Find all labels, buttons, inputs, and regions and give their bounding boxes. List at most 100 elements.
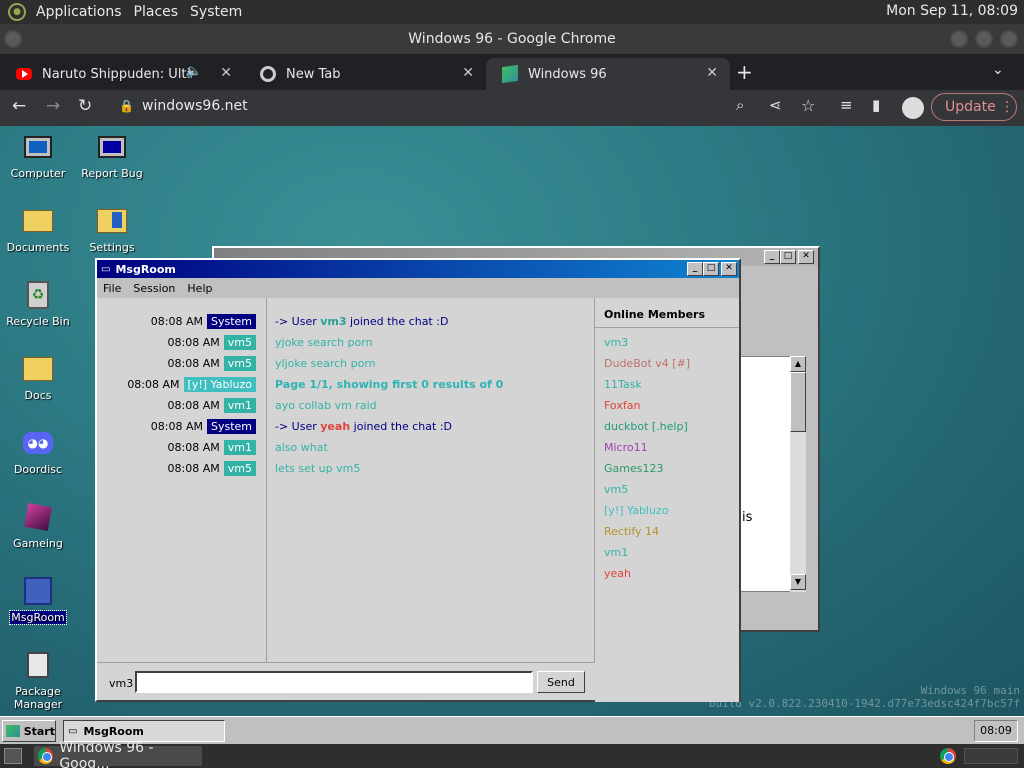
forward-icon[interactable]: → [46, 96, 60, 116]
scrollbar[interactable]: ▲ ▼ [790, 356, 806, 592]
update-button[interactable]: Update ⋮ [931, 93, 1017, 121]
close-tab-icon[interactable]: ✕ [706, 65, 718, 81]
desktop-icon-settings[interactable]: Settings [74, 204, 150, 254]
message-author[interactable]: System [206, 314, 256, 329]
msgroom-window[interactable]: ▭ MsgRoom _ □ ✕ File Session Help 08:08 … [95, 258, 741, 702]
member-item[interactable]: vm1 [604, 546, 628, 559]
member-item[interactable]: 11Task [604, 378, 642, 391]
msgroom-titlebar[interactable]: ▭ MsgRoom _ □ ✕ [97, 260, 739, 278]
message-text: also what [275, 441, 328, 454]
workspace-switcher[interactable] [964, 748, 1018, 764]
new-tab-icon[interactable]: + [736, 60, 753, 84]
lock-icon[interactable]: 🔒 [119, 99, 134, 113]
message-author[interactable]: vm5 [223, 356, 256, 371]
close-icon[interactable]: ✕ [721, 262, 737, 276]
desktop-icon-gameing[interactable]: Gameing [0, 500, 76, 550]
tray-clock[interactable]: 08:09 [974, 720, 1018, 742]
reading-list-icon[interactable]: ≡ [840, 96, 853, 114]
send-button[interactable]: Send [537, 671, 585, 693]
menu-help[interactable]: Help [181, 282, 218, 295]
message-text: yjoke search porn [275, 336, 373, 349]
window-menu-icon[interactable] [4, 30, 22, 48]
message-author[interactable]: [y!] Yabluzo [183, 377, 256, 392]
back-icon[interactable]: ← [12, 96, 26, 116]
member-item[interactable]: vm5 [604, 483, 628, 496]
gnome-top-panel: ● Applications Places System Mon Sep 11,… [0, 0, 1024, 24]
share-icon[interactable]: ⋖ [769, 96, 782, 114]
chrome-window-titlebar: Windows 96 - Google Chrome [0, 24, 1024, 54]
address-bar[interactable]: windows96.net [142, 98, 248, 114]
close-icon[interactable]: ✕ [798, 250, 814, 264]
desktop-icon-msgroom[interactable]: MsgRoom [0, 574, 76, 625]
nickname-label: vm3 [109, 677, 134, 690]
menu-file[interactable]: File [97, 282, 127, 295]
window-list-label: Windows 96 - Goog... [59, 740, 154, 768]
member-item[interactable]: Micro11 [604, 441, 648, 454]
menu-places[interactable]: Places [128, 4, 185, 20]
close-tab-icon[interactable]: ✕ [462, 65, 474, 81]
settings-folder-icon [95, 204, 129, 238]
desktop-icon-docs[interactable]: Docs [0, 352, 76, 402]
taskbar-item-msgroom[interactable]: ▭ MsgRoom [63, 720, 225, 742]
maximize-icon[interactable]: □ [703, 262, 719, 276]
message-author[interactable]: vm5 [223, 335, 256, 350]
menu-session[interactable]: Session [127, 282, 181, 295]
message-author[interactable]: vm1 [223, 398, 256, 413]
version-watermark: Windows 96 main build v2.0.822.230410-19… [709, 684, 1020, 710]
message-author[interactable]: vm1 [223, 440, 256, 455]
member-item[interactable]: vm3 [604, 336, 628, 349]
side-panel-icon[interactable]: ▮ [872, 96, 880, 114]
bookmark-star-icon[interactable]: ☆ [801, 96, 815, 115]
member-item[interactable]: DudeBot v4 [#] [604, 357, 690, 370]
window-list-chrome[interactable]: Windows 96 - Goog... [34, 740, 202, 768]
member-item[interactable]: yeah [604, 567, 631, 580]
search-icon[interactable]: ⌕ [736, 96, 744, 114]
member-item[interactable]: Games123 [604, 462, 663, 475]
minimize-icon[interactable]: _ [687, 262, 703, 276]
minimize-icon[interactable] [950, 30, 968, 48]
message-meta: 08:08 AM System [151, 419, 256, 434]
chrome-icon[interactable] [940, 748, 956, 764]
desktop-icon-documents[interactable]: Documents [0, 204, 76, 254]
message-input[interactable] [135, 671, 533, 693]
game-cube-icon [21, 500, 55, 534]
menu-applications[interactable]: Applications [30, 4, 128, 20]
scroll-down-icon[interactable]: ▼ [790, 574, 806, 590]
member-item[interactable]: duckbot [.help] [604, 420, 688, 433]
show-desktop-icon[interactable] [4, 748, 22, 764]
desktop-icon-recycle-bin[interactable]: ♻ Recycle Bin [0, 278, 76, 328]
msgroom-title-icon: ▭ [68, 725, 78, 737]
panel-clock[interactable]: Mon Sep 11, 08:09 [886, 3, 1018, 19]
reload-icon[interactable]: ↻ [78, 96, 92, 116]
maximize-icon[interactable]: □ [780, 250, 796, 264]
tab-windows96[interactable]: Windows 96 ✕ [486, 58, 730, 90]
chevron-down-icon[interactable]: ⌄ [992, 62, 1004, 78]
maximize-icon[interactable] [975, 30, 993, 48]
watermark-line: build v2.0.822.230410-1942.d77e73edsc424… [708, 697, 1020, 710]
scroll-thumb[interactable] [790, 372, 806, 432]
start-button[interactable]: Start [2, 720, 56, 742]
windows96-icon [502, 64, 518, 84]
desktop-icon-report-bug[interactable]: Report Bug [74, 130, 150, 180]
desktop-icon-doordisc[interactable]: ◕◕ Doordisc [0, 426, 76, 476]
desktop-icon-package-manager[interactable]: Package Manager [0, 648, 76, 711]
window-title: Windows 96 - Google Chrome [408, 31, 616, 47]
desktop-icon-computer[interactable]: Computer [0, 130, 76, 180]
member-item[interactable]: Foxfan [604, 399, 640, 412]
member-item[interactable]: Rectify 14 [604, 525, 659, 538]
window-title: MsgRoom [115, 262, 176, 276]
close-icon[interactable] [1000, 30, 1018, 48]
menu-system[interactable]: System [184, 4, 248, 20]
message-log[interactable]: -> User vm3 joined the chat :D yjoke sear… [267, 298, 595, 662]
message-author[interactable]: System [206, 419, 256, 434]
close-tab-icon[interactable]: ✕ [220, 65, 232, 81]
minimize-icon[interactable]: _ [764, 250, 780, 264]
tab-new-tab[interactable]: New Tab ✕ [244, 58, 486, 90]
gnome-foot-icon[interactable]: ● [8, 3, 26, 21]
scroll-up-icon[interactable]: ▲ [790, 356, 806, 372]
message-author[interactable]: vm5 [223, 461, 256, 476]
member-item[interactable]: [y!] Yabluzo [604, 504, 668, 517]
tab-naruto[interactable]: Naruto Shippuden: Ultima 🔈 ✕ [0, 58, 244, 90]
profile-avatar-icon[interactable] [902, 97, 924, 119]
speaker-icon[interactable]: 🔈 [186, 64, 202, 79]
